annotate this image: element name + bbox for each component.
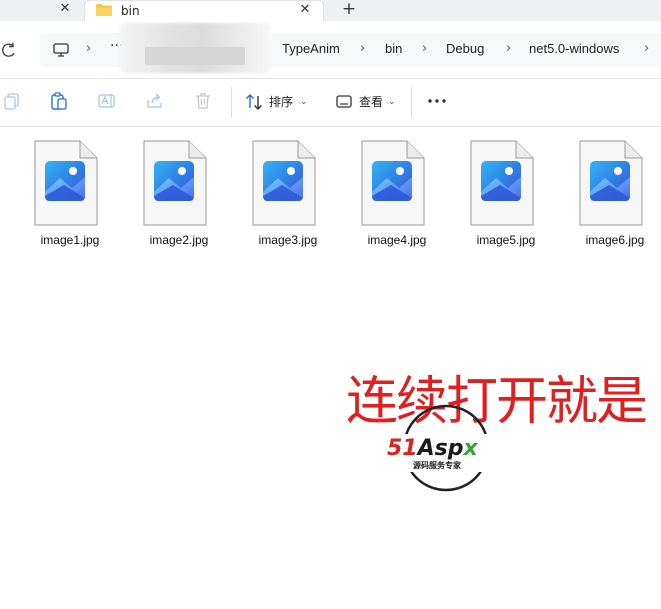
watermark-tagline: 源码服务专家: [413, 460, 462, 470]
tab-previous[interactable]: ✕: [0, 0, 80, 21]
chevron-right-icon[interactable]: ›: [422, 40, 427, 58]
crumb-typeanim[interactable]: TypeAnim: [282, 40, 340, 58]
watermark-logo: 51Aspx 源码服务专家: [384, 404, 512, 492]
chevron-down-icon: ⌄: [300, 97, 308, 107]
image-file-icon: [252, 140, 316, 226]
file-name: image6.jpg: [585, 233, 645, 247]
close-icon[interactable]: ✕: [297, 2, 313, 18]
image-file-icon: [361, 140, 425, 226]
tab-bar: ✕ bin ✕ +: [0, 0, 661, 21]
chevron-right-icon[interactable]: ›: [360, 40, 365, 58]
toolbar-divider: [231, 87, 232, 117]
view-button[interactable]: 查看 ⌄: [335, 90, 405, 114]
file-item[interactable]: image6.jpg: [575, 140, 655, 252]
image-file-icon: [470, 140, 534, 226]
refresh-icon[interactable]: [0, 40, 18, 60]
image-file-icon: [34, 140, 98, 226]
copy-icon[interactable]: [2, 91, 22, 111]
image-file-icon: [143, 140, 207, 226]
sort-button[interactable]: 排序 ⌄: [244, 90, 314, 114]
file-item[interactable]: image5.jpg: [466, 140, 546, 252]
breadcrumb[interactable]: › ··· TypeAnim › bin › Debug › net5.0-wi…: [40, 23, 661, 73]
sort-label: 排序: [269, 95, 294, 109]
file-view[interactable]: image1.jpg image2.jpg image3.jpg image4.…: [0, 128, 661, 609]
delete-icon[interactable]: [193, 91, 213, 111]
chevron-down-icon: ⌄: [388, 97, 396, 107]
command-bar: 排序 ⌄ 查看 ⌄: [0, 79, 661, 127]
more-icon[interactable]: [426, 90, 448, 112]
redacted-path-block: [145, 47, 245, 65]
file-name: image2.jpg: [149, 233, 209, 247]
file-item[interactable]: image4.jpg: [357, 140, 437, 252]
toolbar-divider: [411, 87, 412, 117]
folder-icon: [96, 4, 112, 16]
address-bar: › ··· TypeAnim › bin › Debug › net5.0-wi…: [0, 21, 661, 79]
crumb-bin[interactable]: bin: [385, 40, 402, 58]
file-item[interactable]: image1.jpg: [30, 140, 110, 252]
crumb-debug[interactable]: Debug: [446, 40, 484, 58]
sort-icon: [246, 94, 262, 110]
file-name: image4.jpg: [367, 233, 427, 247]
computer-icon[interactable]: [52, 41, 70, 59]
file-name: image3.jpg: [258, 233, 318, 247]
new-tab-button[interactable]: +: [340, 0, 358, 20]
view-icon: [336, 95, 352, 108]
view-label: 查看: [359, 95, 384, 109]
chevron-right-icon[interactable]: ›: [86, 40, 91, 58]
chevron-right-icon[interactable]: ›: [644, 40, 649, 58]
file-name: image5.jpg: [476, 233, 536, 247]
share-icon[interactable]: [145, 91, 165, 111]
file-item[interactable]: image2.jpg: [139, 140, 219, 252]
image-file-icon: [579, 140, 643, 226]
tab-bin[interactable]: bin ✕: [84, 0, 324, 21]
watermark-logo-text: 51Aspx: [387, 436, 479, 461]
close-icon[interactable]: ✕: [58, 1, 72, 17]
crumb-net50-windows[interactable]: net5.0-windows: [529, 40, 619, 58]
paste-icon[interactable]: [49, 91, 69, 111]
chevron-right-icon[interactable]: ›: [506, 40, 511, 58]
tab-title: bin: [121, 4, 140, 18]
file-name: image1.jpg: [40, 233, 100, 247]
rename-icon[interactable]: [97, 91, 117, 111]
file-item[interactable]: image3.jpg: [248, 140, 328, 252]
